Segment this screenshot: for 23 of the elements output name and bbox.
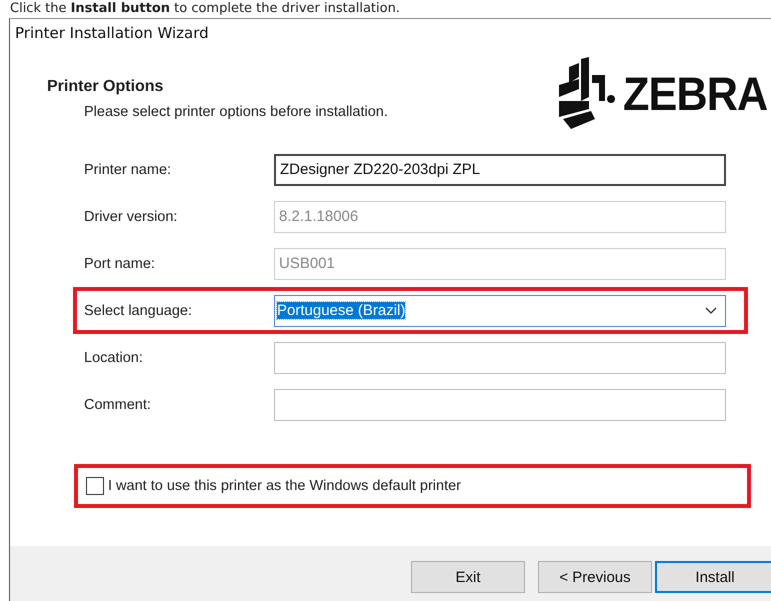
field-label: Comment:	[84, 396, 152, 412]
logo-text: ZEBRA	[623, 66, 768, 120]
field-label: Driver version:	[84, 208, 178, 224]
instruction-text: Click the Install button to complete the driver installation.	[9, 0, 401, 18]
field-label: Port name:	[84, 256, 156, 272]
field-label: Select language:	[84, 302, 194, 318]
dropdown-value: Portuguese (Brazil)	[277, 302, 406, 319]
input-field[interactable]	[274, 388, 726, 420]
input-field[interactable]	[274, 342, 726, 374]
checkbox-label[interactable]: I want to use this printer as the Windows default printer	[108, 478, 462, 494]
field-label: Location:	[84, 350, 144, 366]
chevron-down-icon	[705, 306, 717, 314]
page-heading: Printer Options	[47, 78, 164, 96]
language-dropdown[interactable]: Portuguese (Brazil)	[274, 294, 726, 326]
input-field[interactable]: ZDesigner ZD220-203dpi ZPL	[274, 154, 726, 186]
page-subtitle: Please select printer options before installation.	[84, 104, 388, 120]
window-title: Printer Installation Wizard	[14, 23, 210, 44]
dialog-button[interactable]: < Previous	[538, 561, 652, 593]
field-label: Printer name:	[84, 162, 172, 178]
dialog-button[interactable]: Install	[655, 561, 771, 593]
dialog-button[interactable]: Exit	[411, 561, 525, 593]
checkbox[interactable]	[86, 477, 104, 495]
zebra-stripes-icon	[559, 57, 618, 129]
